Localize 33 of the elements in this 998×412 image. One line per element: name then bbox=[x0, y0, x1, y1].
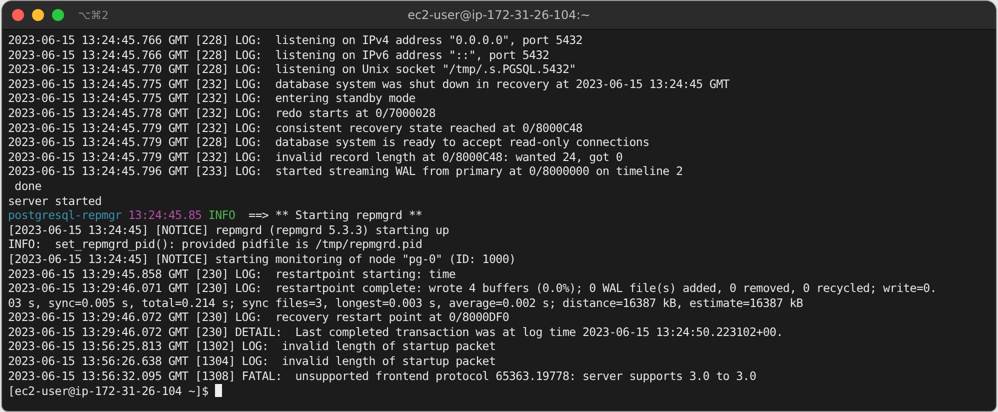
minimize-button[interactable] bbox=[32, 9, 44, 21]
log-line: 2023-06-15 13:24:45.779 GMT [228] LOG: database system is ready to accept read-only connections bbox=[8, 135, 650, 150]
log-line: 2023-06-15 13:24:45.778 GMT [232] LOG: redo starts at 0/7000028 bbox=[8, 106, 436, 120]
log-line: 2023-06-15 13:29:45.858 GMT [230] LOG: restartpoint starting: time bbox=[8, 266, 456, 280]
log-line: INFO: set_repmgrd_pid(): provided pidfile is /tmp/repmgrd.pid bbox=[8, 237, 422, 252]
log-line: server started bbox=[8, 194, 102, 208]
log-line: 2023-06-15 13:24:45.766 GMT [228] LOG: listening on IPv6 address "::", port 5432 bbox=[8, 48, 550, 62]
log-line: 2023-06-15 13:24:45.766 GMT [228] LOG: listening on IPv4 address "0.0.0.0", port 5432 bbox=[8, 33, 582, 47]
log-text: 13:24:45.85 bbox=[128, 208, 202, 222]
log-line: 2023-06-15 13:24:45.775 GMT [232] LOG: entering standby mode bbox=[8, 91, 416, 106]
log-line: 2023-06-15 13:56:26.638 GMT [1304] LOG: invalid length of startup packet bbox=[8, 354, 496, 368]
log-line: 2023-06-15 13:56:32.095 GMT [1308] FATAL: unsupported frontend protocol 65363.19778: server supports 3.0 to 3.0 bbox=[8, 368, 756, 383]
shortcut-label: ⌥⌘2 bbox=[78, 8, 109, 22]
log-line: 2023-06-15 13:29:46.072 GMT [230] LOG: recovery restart point at 0/8000DF0 bbox=[8, 310, 510, 324]
log-text: postgresql-repmgr bbox=[8, 208, 122, 222]
zoom-button[interactable] bbox=[52, 9, 64, 21]
log-line: 2023-06-15 13:24:45.779 GMT [232] LOG: consistent recovery state reached at 0/8000C48 bbox=[8, 120, 582, 135]
log-line: done bbox=[14, 178, 42, 193]
log-line: 2023-06-15 13:56:25.813 GMT [1302] LOG: invalid length of startup packet bbox=[8, 339, 496, 354]
log-line: [2023-06-15 13:24:45] [NOTICE] starting monitoring of node "pg-0" (ID: 1000) bbox=[8, 252, 516, 266]
log-text: INFO bbox=[208, 208, 236, 222]
log-line: 2023-06-15 13:29:46.071 GMT [230] LOG: restartpoint complete: wrote 4 buffers (0.0%); 0 WAL file(s) added, 0 removed, 0 recycled; write=0. bbox=[8, 281, 937, 296]
log-line: [2023-06-15 13:24:45] [NOTICE] repmgrd (repmgrd 5.3.3) starting up bbox=[8, 222, 449, 237]
log-line: 2023-06-15 13:24:45.770 GMT [228] LOG: listening on Unix socket "/tmp/.s.PGSQL.5432" bbox=[8, 62, 576, 76]
log-line: 2023-06-15 13:24:45.796 GMT [233] LOG: started streaming WAL from primary at 0/8000000 on timeline 2 bbox=[8, 164, 683, 178]
close-button[interactable] bbox=[12, 9, 24, 21]
log-text: ==> ** Starting repmgrd ** bbox=[248, 208, 422, 222]
log-line: 2023-06-15 13:24:45.779 GMT [232] LOG: invalid record length at 0/8000C48: wanted 24, got 0 bbox=[8, 150, 623, 164]
log-line: 03 s, sync=0.005 s, total=0.214 s; sync files=3, longest=0.003 s, average=0.002 s; distance=16387 kB, estimate=16387 kB bbox=[8, 296, 803, 310]
shell-prompt: [ec2-user@ip-172-31-26-104 ~]$ bbox=[8, 384, 208, 398]
log-line: 2023-06-15 13:24:45.775 GMT [232] LOG: database system was shut down in recovery at 2023-06-15 13:24:45 GMT bbox=[8, 76, 730, 91]
window-title: ec2-user@ip-172-31-26-104:~ bbox=[408, 8, 590, 22]
log-line: 2023-06-15 13:29:46.072 GMT [230] DETAIL: Last completed transaction was at log time 2023-06-15 13:24:50.223102+00. bbox=[8, 324, 783, 339]
